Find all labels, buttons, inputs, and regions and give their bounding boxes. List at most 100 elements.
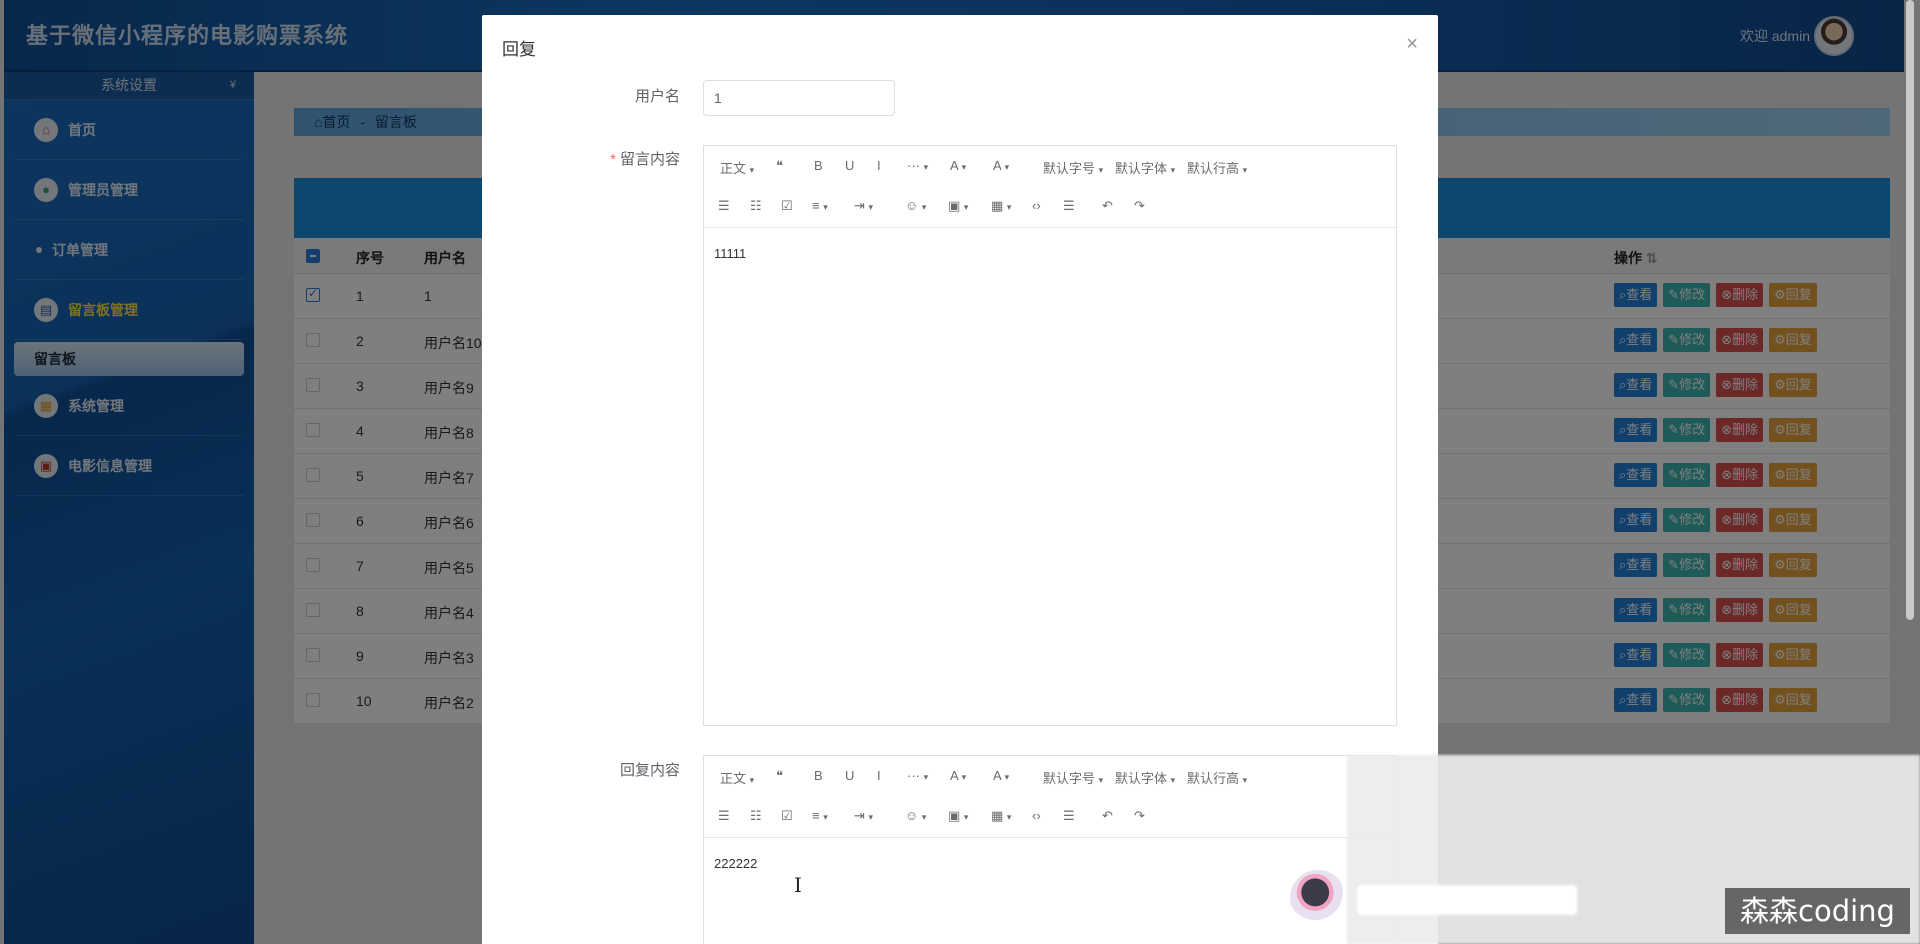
reply-dialog: 回复 × 用户名 *留言内容 正文 ▾ ❝ B U I ··· ▾ A ▾ A ▾ 默认字号 ▾… (482, 15, 1438, 944)
reply-label: 回复内容 (619, 762, 680, 779)
bg-color-icon-glyph: A (993, 158, 1001, 173)
heading-dropdown-glyph: 正文 (720, 161, 747, 176)
font-family-dropdown[interactable]: 默认字体 ▾ (1115, 768, 1175, 787)
redo-icon[interactable]: ↷ (1134, 198, 1145, 214)
code-icon[interactable]: ‹› (1032, 808, 1041, 823)
font-color-icon[interactable]: A ▾ (950, 768, 966, 783)
indent-icon[interactable]: ⇥ ▾ (854, 808, 873, 824)
watermark: 森森coding (1725, 888, 1910, 934)
bold-icon-glyph: B (814, 768, 823, 783)
font-color-icon-glyph: A (950, 158, 958, 173)
heading-dropdown[interactable]: 正文 ▾ (720, 158, 754, 177)
bold-icon[interactable]: B (814, 768, 823, 783)
bullet-list-icon[interactable]: ☰ (718, 808, 730, 824)
line-height-dropdown-glyph: 默认行高 (1187, 161, 1240, 176)
message-editor-content[interactable]: 11111 (704, 228, 1396, 279)
more-icon-glyph: ··· (907, 768, 920, 783)
divider-icon[interactable]: ☰ (1063, 808, 1075, 824)
image-icon[interactable]: ▣ ▾ (948, 198, 968, 214)
reply-editor-toolbar: 正文 ▾ ❝ B U I ··· ▾ A ▾ A ▾ 默认字号 ▾ 默认字体 ▾ 默认行高 ▾ ☰ ☷ ☑… (704, 756, 1396, 838)
font-size-dropdown[interactable]: 默认字号 ▾ (1043, 768, 1103, 787)
numbered-list-icon[interactable]: ☷ (750, 198, 762, 214)
code-icon[interactable]: ‹› (1032, 198, 1041, 213)
bold-icon[interactable]: B (814, 158, 823, 173)
table-icon[interactable]: ▦ ▾ (991, 808, 1011, 824)
more-icon-glyph: ··· (907, 158, 920, 173)
undo-icon[interactable]: ↶ (1102, 198, 1113, 214)
divider-icon[interactable]: ☰ (1063, 198, 1075, 214)
emoji-icon[interactable]: ☺ ▾ (905, 198, 926, 213)
todo-icon[interactable]: ☑ (781, 198, 793, 214)
numbered-list-icon-glyph: ☷ (750, 198, 762, 213)
font-family-dropdown-glyph: 默认字体 (1115, 161, 1168, 176)
line-height-dropdown[interactable]: 默认行高 ▾ (1187, 158, 1247, 177)
message-editor-toolbar: 正文 ▾ ❝ B U I ··· ▾ A ▾ A ▾ 默认字号 ▾ 默认字体 ▾ 默认行高 ▾ ☰ ☷ ☑… (704, 146, 1396, 228)
undo-icon-glyph: ↶ (1102, 808, 1113, 823)
table-icon-glyph: ▦ (991, 808, 1004, 823)
table-icon-glyph: ▦ (991, 198, 1004, 213)
emoji-icon-glyph: ☺ (905, 198, 919, 213)
required-mark: * (610, 151, 616, 168)
emoji-icon[interactable]: ☺ ▾ (905, 808, 926, 823)
font-size-dropdown-glyph: 默认字号 (1043, 161, 1096, 176)
heading-dropdown[interactable]: 正文 ▾ (720, 768, 754, 787)
underline-icon[interactable]: U (845, 768, 854, 783)
line-height-dropdown[interactable]: 默认行高 ▾ (1187, 768, 1247, 787)
font-size-dropdown[interactable]: 默认字号 ▾ (1043, 158, 1103, 177)
indent-icon[interactable]: ⇥ ▾ (854, 198, 873, 214)
sticker-icon (1290, 870, 1346, 926)
heading-dropdown-glyph: 正文 (720, 771, 747, 786)
text-cursor-icon: I (794, 873, 802, 897)
redo-icon-glyph: ↷ (1134, 198, 1145, 213)
font-family-dropdown-glyph: 默认字体 (1115, 771, 1168, 786)
more-icon[interactable]: ··· ▾ (907, 158, 928, 173)
numbered-list-icon[interactable]: ☷ (750, 808, 762, 824)
align-icon[interactable]: ≡ ▾ (812, 808, 828, 823)
line-height-dropdown-glyph: 默认行高 (1187, 771, 1240, 786)
dialog-title: 回复 (502, 40, 536, 59)
image-icon-glyph: ▣ (948, 808, 961, 823)
close-icon[interactable]: × (1406, 33, 1418, 56)
table-icon[interactable]: ▦ ▾ (991, 198, 1011, 214)
username-label: 用户名 (634, 88, 680, 105)
font-size-dropdown-glyph: 默认字号 (1043, 771, 1096, 786)
bullet-list-icon[interactable]: ☰ (718, 198, 730, 214)
font-color-icon-glyph: A (950, 768, 958, 783)
indent-icon-glyph: ⇥ (854, 808, 865, 823)
bg-color-icon[interactable]: A ▾ (993, 158, 1009, 173)
divider-icon-glyph: ☰ (1063, 198, 1075, 213)
undo-icon[interactable]: ↶ (1102, 808, 1113, 824)
blurred-input (1357, 885, 1577, 915)
font-family-dropdown[interactable]: 默认字体 ▾ (1115, 158, 1175, 177)
more-icon[interactable]: ··· ▾ (907, 768, 928, 783)
quote-icon[interactable]: ❝ (776, 768, 783, 784)
bg-color-icon-glyph: A (993, 768, 1001, 783)
message-label-text: 留言内容 (619, 151, 680, 168)
bg-color-icon[interactable]: A ▾ (993, 768, 1009, 783)
undo-icon-glyph: ↶ (1102, 198, 1113, 213)
align-icon-glyph: ≡ (812, 808, 820, 823)
divider-icon-glyph: ☰ (1063, 808, 1075, 823)
italic-icon-glyph: I (877, 768, 881, 783)
quote-icon-glyph: ❝ (776, 158, 783, 173)
username-field[interactable] (703, 80, 895, 116)
image-icon[interactable]: ▣ ▾ (948, 808, 968, 824)
align-icon[interactable]: ≡ ▾ (812, 198, 828, 213)
font-color-icon[interactable]: A ▾ (950, 158, 966, 173)
redo-icon[interactable]: ↷ (1134, 808, 1145, 824)
underline-icon[interactable]: U (845, 158, 854, 173)
underline-icon-glyph: U (845, 768, 855, 783)
todo-icon-glyph: ☑ (781, 808, 793, 823)
page-scrollbar[interactable] (1906, 0, 1914, 620)
underline-icon-glyph: U (845, 158, 855, 173)
todo-icon[interactable]: ☑ (781, 808, 793, 824)
code-icon-glyph: ‹› (1032, 808, 1041, 823)
quote-icon[interactable]: ❝ (776, 158, 783, 174)
message-editor[interactable]: 正文 ▾ ❝ B U I ··· ▾ A ▾ A ▾ 默认字号 ▾ 默认字体 ▾ 默认行高 ▾ ☰ ☷ ☑… (703, 145, 1397, 726)
italic-icon[interactable]: I (877, 768, 881, 783)
code-icon-glyph: ‹› (1032, 198, 1041, 213)
align-icon-glyph: ≡ (812, 198, 820, 213)
reply-editor-content[interactable]: 222222 (704, 838, 1396, 889)
reply-editor[interactable]: 正文 ▾ ❝ B U I ··· ▾ A ▾ A ▾ 默认字号 ▾ 默认字体 ▾ 默认行高 ▾ ☰ ☷ ☑… (703, 755, 1397, 944)
italic-icon[interactable]: I (877, 158, 881, 173)
